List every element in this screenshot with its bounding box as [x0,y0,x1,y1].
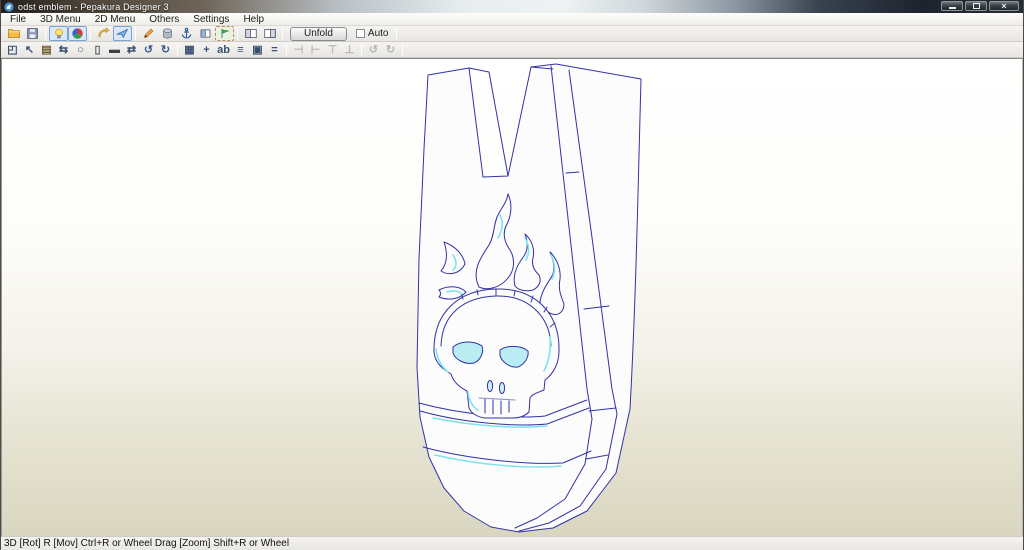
toolbar-main: Unfold Auto [1,26,1023,42]
edit-mode-icon[interactable] [139,26,158,41]
check-model-flag-icon[interactable] [215,26,234,41]
toolbar-separator [402,43,403,56]
open-box-view-icon[interactable] [196,26,215,41]
3d-model-wireframe [416,63,642,533]
toolbar-separator [45,27,46,40]
solid-view-icon[interactable] [158,26,177,41]
unfold-button[interactable]: Unfold [290,26,347,41]
flatten-tool-icon[interactable]: = [266,43,283,57]
menu-3d-menu[interactable]: 3D Menu [33,13,88,26]
toolbar-separator [396,27,398,40]
toolbar-separator [135,27,136,40]
save-file-icon[interactable] [23,26,42,41]
cursor-tool-icon[interactable]: ↖ [21,43,38,57]
menu-others[interactable]: Others [142,13,186,26]
minimize-button[interactable] [941,1,963,11]
layout-2d-window-icon[interactable] [260,26,279,41]
undo-icon[interactable]: ↺ [140,43,157,57]
flip-part-tool-icon[interactable]: ⇄ [123,43,140,57]
maximize-button[interactable] [965,1,987,11]
flat-part-tool-icon[interactable]: ▬ [106,43,123,57]
window-title: odst emblem - Pepakura Designer 3 [18,1,169,12]
viewport-3d[interactable] [1,58,1023,536]
align-bottom-icon: ⊥ [341,43,358,57]
rotate-ccw-icon: ↺ [365,43,382,57]
box-part-tool-icon[interactable]: ▯ [89,43,106,57]
layout-3d-window-icon[interactable] [241,26,260,41]
auto-unfold-checkbox[interactable]: Auto [355,28,389,39]
menu-settings[interactable]: Settings [186,13,236,26]
titlebar: odst emblem - Pepakura Designer 3 × [1,0,1023,13]
edge-id-tool-icon[interactable]: ab [215,43,232,57]
toolbar-separator [177,43,178,56]
align-right-icon: ⊢ [307,43,324,57]
toolbar-separator [361,43,362,56]
align-top-icon: ⊤ [324,43,341,57]
rotate-view-icon[interactable] [94,26,113,41]
statusbar: 3D [Rot] R [Mov] Ctrl+R or Wheel Drag [Z… [1,536,1023,550]
auto-unfold-checkbox-box[interactable] [355,29,365,38]
toolbar-separator [90,27,91,40]
open-file-icon[interactable] [4,26,23,41]
menu-2d-menu[interactable]: 2D Menu [88,13,143,26]
divide-edge-tool-icon[interactable]: ⇆ [55,43,72,57]
toolbar-separator [286,43,287,56]
crosshair-tool-icon[interactable]: + [198,43,215,57]
status-text: 3D [Rot] R [Mov] Ctrl+R or Wheel Drag [Z… [4,538,290,549]
rotate-cw-icon: ↻ [382,43,399,57]
select-region-tool-icon[interactable]: ▦ [181,43,198,57]
cylinder-part-tool-icon[interactable]: ○ [72,43,89,57]
toolbar-separator [237,27,238,40]
toolbar-separator [282,27,283,40]
app-window: odst emblem - Pepakura Designer 3 × File… [0,0,1024,550]
frame-tool-icon[interactable]: ▣ [249,43,266,57]
layers-tool-icon[interactable]: ≡ [232,43,249,57]
close-button[interactable]: × [989,1,1019,11]
stamp-image-tool-icon[interactable]: ▤ [38,43,55,57]
redo-icon[interactable]: ↻ [157,43,174,57]
pan-view-icon[interactable] [113,26,132,41]
menubar: File 3D Menu 2D Menu Others Settings Help [1,13,1023,26]
auto-unfold-checkbox-label: Auto [367,28,389,39]
toolbar-2d: ◰ ↖ ▤ ⇆ ○ ▯ ▬ ⇄ ↺ ↻ ▦ + ab ≡ ▣ = ⊣ ⊢ ⊤ ⊥ ↺ ↻ [1,42,1023,58]
align-left-icon: ⊣ [290,43,307,57]
menu-help[interactable]: Help [236,13,271,26]
menu-file[interactable]: File [3,13,33,26]
anchor-tool-icon[interactable] [177,26,196,41]
toggle-texture-icon[interactable] [68,26,87,41]
window-controls: × [941,1,1019,11]
toggle-light-icon[interactable] [49,26,68,41]
app-logo-icon [4,1,14,12]
select-parts-tool-icon[interactable]: ◰ [4,43,21,57]
